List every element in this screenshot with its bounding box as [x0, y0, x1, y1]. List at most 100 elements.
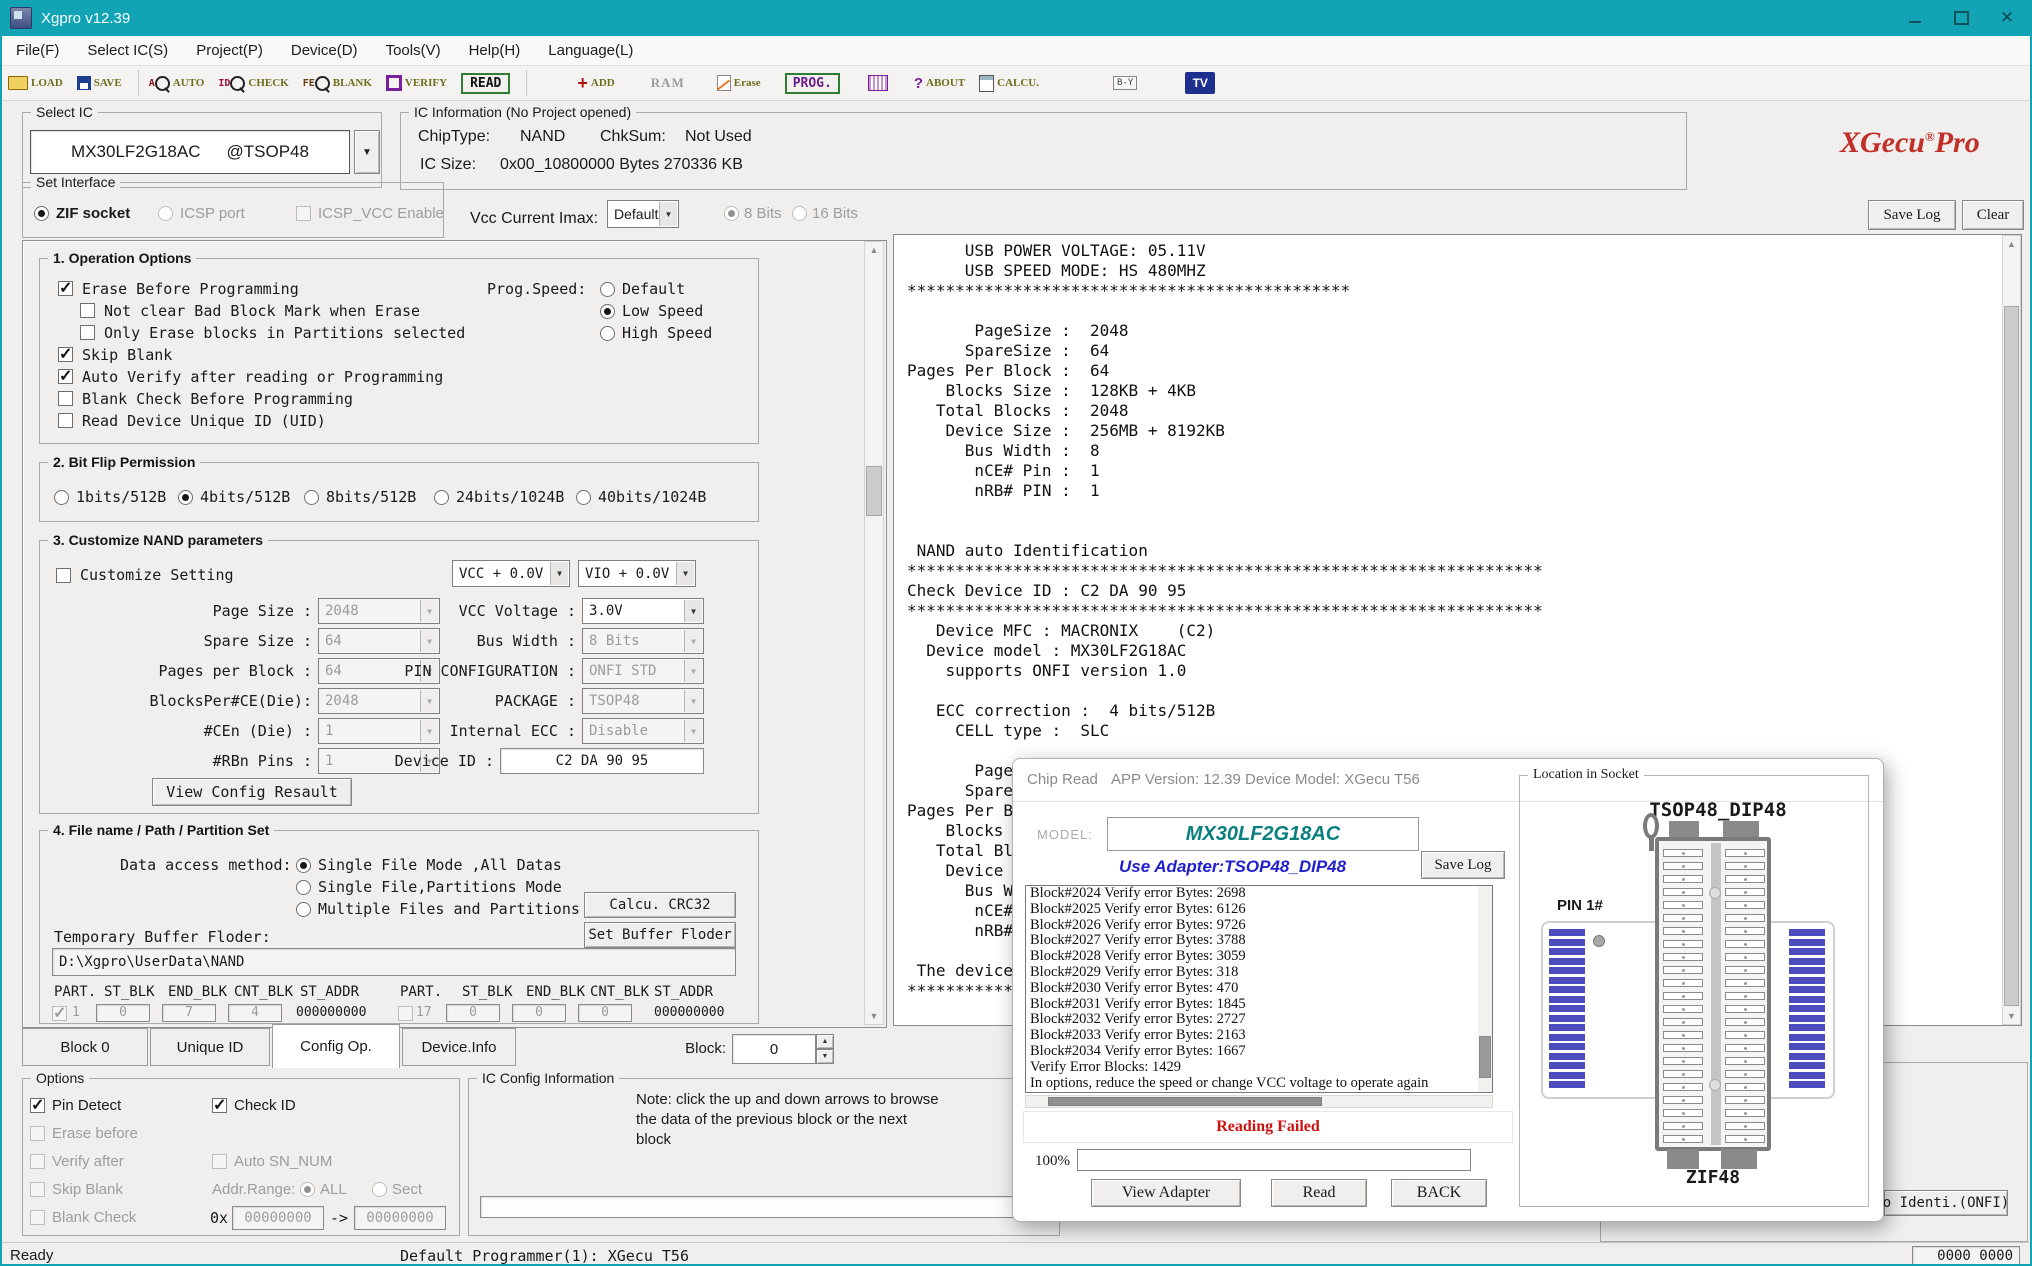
auto-identify-onfi-button[interactable]: o Identi.(ONFI) [1884, 1190, 2008, 1216]
partition17-cntblk[interactable]: 0 [578, 1004, 632, 1022]
log-scrollbar[interactable]: ▲ ▼ [2002, 235, 2021, 1025]
partition1-checkbox[interactable] [52, 1006, 67, 1021]
single-file-partitions-radio[interactable] [296, 880, 311, 895]
add-button[interactable]: +ADD [577, 73, 614, 94]
erase-button[interactable]: Erase [717, 75, 761, 91]
scroll-down-icon[interactable]: ▼ [2003, 1011, 2020, 1021]
menu-item[interactable]: Device(D) [277, 36, 372, 65]
blank-button[interactable]: FEBLANK [303, 76, 372, 91]
about-button[interactable]: ?ABOUT [914, 75, 965, 92]
read-uid-checkbox[interactable] [58, 413, 73, 428]
menu-item[interactable]: Help(H) [455, 36, 535, 65]
package-select[interactable]: TSOP48▼ [582, 688, 704, 714]
logic-by-button[interactable]: B-Y [1113, 76, 1137, 90]
bitflip-8bits-radio[interactable] [304, 490, 319, 505]
addr-sect-radio[interactable] [372, 1182, 387, 1197]
scroll-up-icon[interactable]: ▲ [865, 245, 883, 255]
pin-detect-checkbox[interactable] [30, 1098, 45, 1113]
bitflip-40bits-radio[interactable] [576, 490, 591, 505]
minimize-button[interactable] [1892, 0, 1938, 36]
skip-blank-checkbox[interactable] [58, 347, 73, 362]
bitflip-24bits-radio[interactable] [434, 490, 449, 505]
zif-socket-radio[interactable] [34, 206, 49, 221]
scrollbar-thumb[interactable] [866, 466, 882, 516]
tab-block0[interactable]: Block 0 [22, 1028, 148, 1066]
clear-button[interactable]: Clear [1962, 200, 2024, 230]
speed-low-radio[interactable] [600, 304, 615, 319]
erase-before-programming-checkbox[interactable] [58, 281, 73, 296]
blank-check-option-checkbox[interactable] [30, 1210, 45, 1225]
menu-item[interactable]: Language(L) [534, 36, 647, 65]
auto-button[interactable]: AAUTO [149, 76, 205, 91]
menu-item[interactable]: Tools(V) [372, 36, 455, 65]
partition1-cntblk[interactable]: 4 [228, 1004, 282, 1022]
title-bar[interactable]: Xgpro v12.39 ✕ [0, 0, 2032, 36]
addr-to-field[interactable]: 00000000 [354, 1206, 446, 1230]
close-button[interactable]: ✕ [1984, 0, 2030, 36]
device-id-field[interactable]: C2 DA 90 95 [500, 748, 704, 774]
view-config-result-button[interactable]: View Config Resault [152, 778, 352, 806]
menu-item[interactable]: Select IC(S) [73, 36, 182, 65]
erase-before-checkbox[interactable] [30, 1126, 45, 1141]
bitflip-4bits-radio[interactable] [178, 490, 193, 505]
log-scrollbar-thumb[interactable] [2004, 306, 2019, 1006]
pin-configuration-select[interactable]: ONFI STD▼ [582, 658, 704, 684]
icsp-port-radio[interactable] [158, 206, 173, 221]
scroll-up-icon[interactable]: ▲ [2003, 239, 2020, 249]
check-id-checkbox[interactable] [212, 1098, 227, 1113]
skip-blank-option-checkbox[interactable] [30, 1182, 45, 1197]
bits16-radio[interactable] [792, 206, 807, 221]
multiple-files-radio[interactable] [296, 902, 311, 917]
internal-ecc-select[interactable]: Disable▼ [582, 718, 704, 744]
read-button[interactable]: READ [461, 73, 510, 94]
customize-setting-checkbox[interactable] [56, 568, 71, 583]
check-button[interactable]: IDCHECK [218, 76, 288, 91]
menu-item[interactable]: Project(P) [182, 36, 277, 65]
menu-item[interactable]: File(F) [2, 36, 73, 65]
tv-button[interactable]: TV [1185, 72, 1215, 94]
blank-check-before-checkbox[interactable] [58, 391, 73, 406]
selected-ic-combo[interactable]: MX30LF2G18AC @TSOP48 [30, 130, 350, 174]
partition17-checkbox[interactable] [398, 1006, 413, 1021]
load-button[interactable]: LOAD [8, 76, 63, 90]
auto-sn-checkbox[interactable] [212, 1154, 227, 1169]
maximize-button[interactable] [1938, 0, 1984, 36]
verify-after-checkbox[interactable] [30, 1154, 45, 1169]
prog-button[interactable]: PROG. [785, 73, 840, 94]
scroll-down-icon[interactable]: ▼ [865, 1011, 883, 1021]
block-spinner-field[interactable]: 0 [732, 1034, 816, 1064]
block-spin-down-button[interactable]: ▼ [816, 1049, 834, 1064]
set-buffer-folder-button[interactable]: Set Buffer Floder [584, 922, 736, 948]
vio-offset-select[interactable]: VIO + 0.0V▼ [578, 560, 696, 587]
speed-high-radio[interactable] [600, 326, 615, 341]
only-erase-partitions-checkbox[interactable] [80, 325, 95, 340]
partition1-endblk[interactable]: 7 [162, 1004, 216, 1022]
tab-device-info[interactable]: Device.Info [402, 1028, 516, 1066]
not-clear-bad-block-checkbox[interactable] [80, 303, 95, 318]
ic-test-button[interactable] [868, 75, 888, 91]
partition17-endblk[interactable]: 0 [512, 1004, 566, 1022]
speed-default-radio[interactable] [600, 282, 615, 297]
ram-button[interactable]: RAM [651, 75, 685, 91]
addr-from-field[interactable]: 00000000 [232, 1206, 324, 1230]
auto-verify-checkbox[interactable] [58, 369, 73, 384]
vcc-voltage-select[interactable]: 3.0V▼ [582, 598, 704, 624]
calcu-button[interactable]: CALCU. [979, 75, 1039, 92]
partition17-stblk[interactable]: 0 [446, 1004, 500, 1022]
vcc-offset-select[interactable]: VCC + 0.0V▼ [452, 560, 570, 587]
addr-all-radio[interactable] [300, 1182, 315, 1197]
calc-crc32-button[interactable]: Calcu. CRC32 [584, 892, 736, 918]
temp-buffer-path-field[interactable]: D:\Xgpro\UserData\NAND [52, 948, 736, 976]
left-panel-scrollbar[interactable]: ▲ ▼ [864, 241, 884, 1025]
block-spin-up-button[interactable]: ▲ [816, 1034, 834, 1049]
save-button[interactable]: SAVE [77, 76, 122, 90]
tab-unique-id[interactable]: Unique ID [150, 1028, 270, 1066]
bus-width-select[interactable]: 8 Bits▼ [582, 628, 704, 654]
partition1-stblk[interactable]: 0 [96, 1004, 150, 1022]
save-log-button[interactable]: Save Log [1868, 200, 1956, 230]
bitflip-1bits-radio[interactable] [54, 490, 69, 505]
bits8-radio[interactable] [724, 206, 739, 221]
icsp-vcc-checkbox[interactable] [296, 206, 311, 221]
vcc-imax-select[interactable]: Default▼ [607, 200, 679, 228]
verify-button[interactable]: VERIFY [386, 75, 447, 91]
